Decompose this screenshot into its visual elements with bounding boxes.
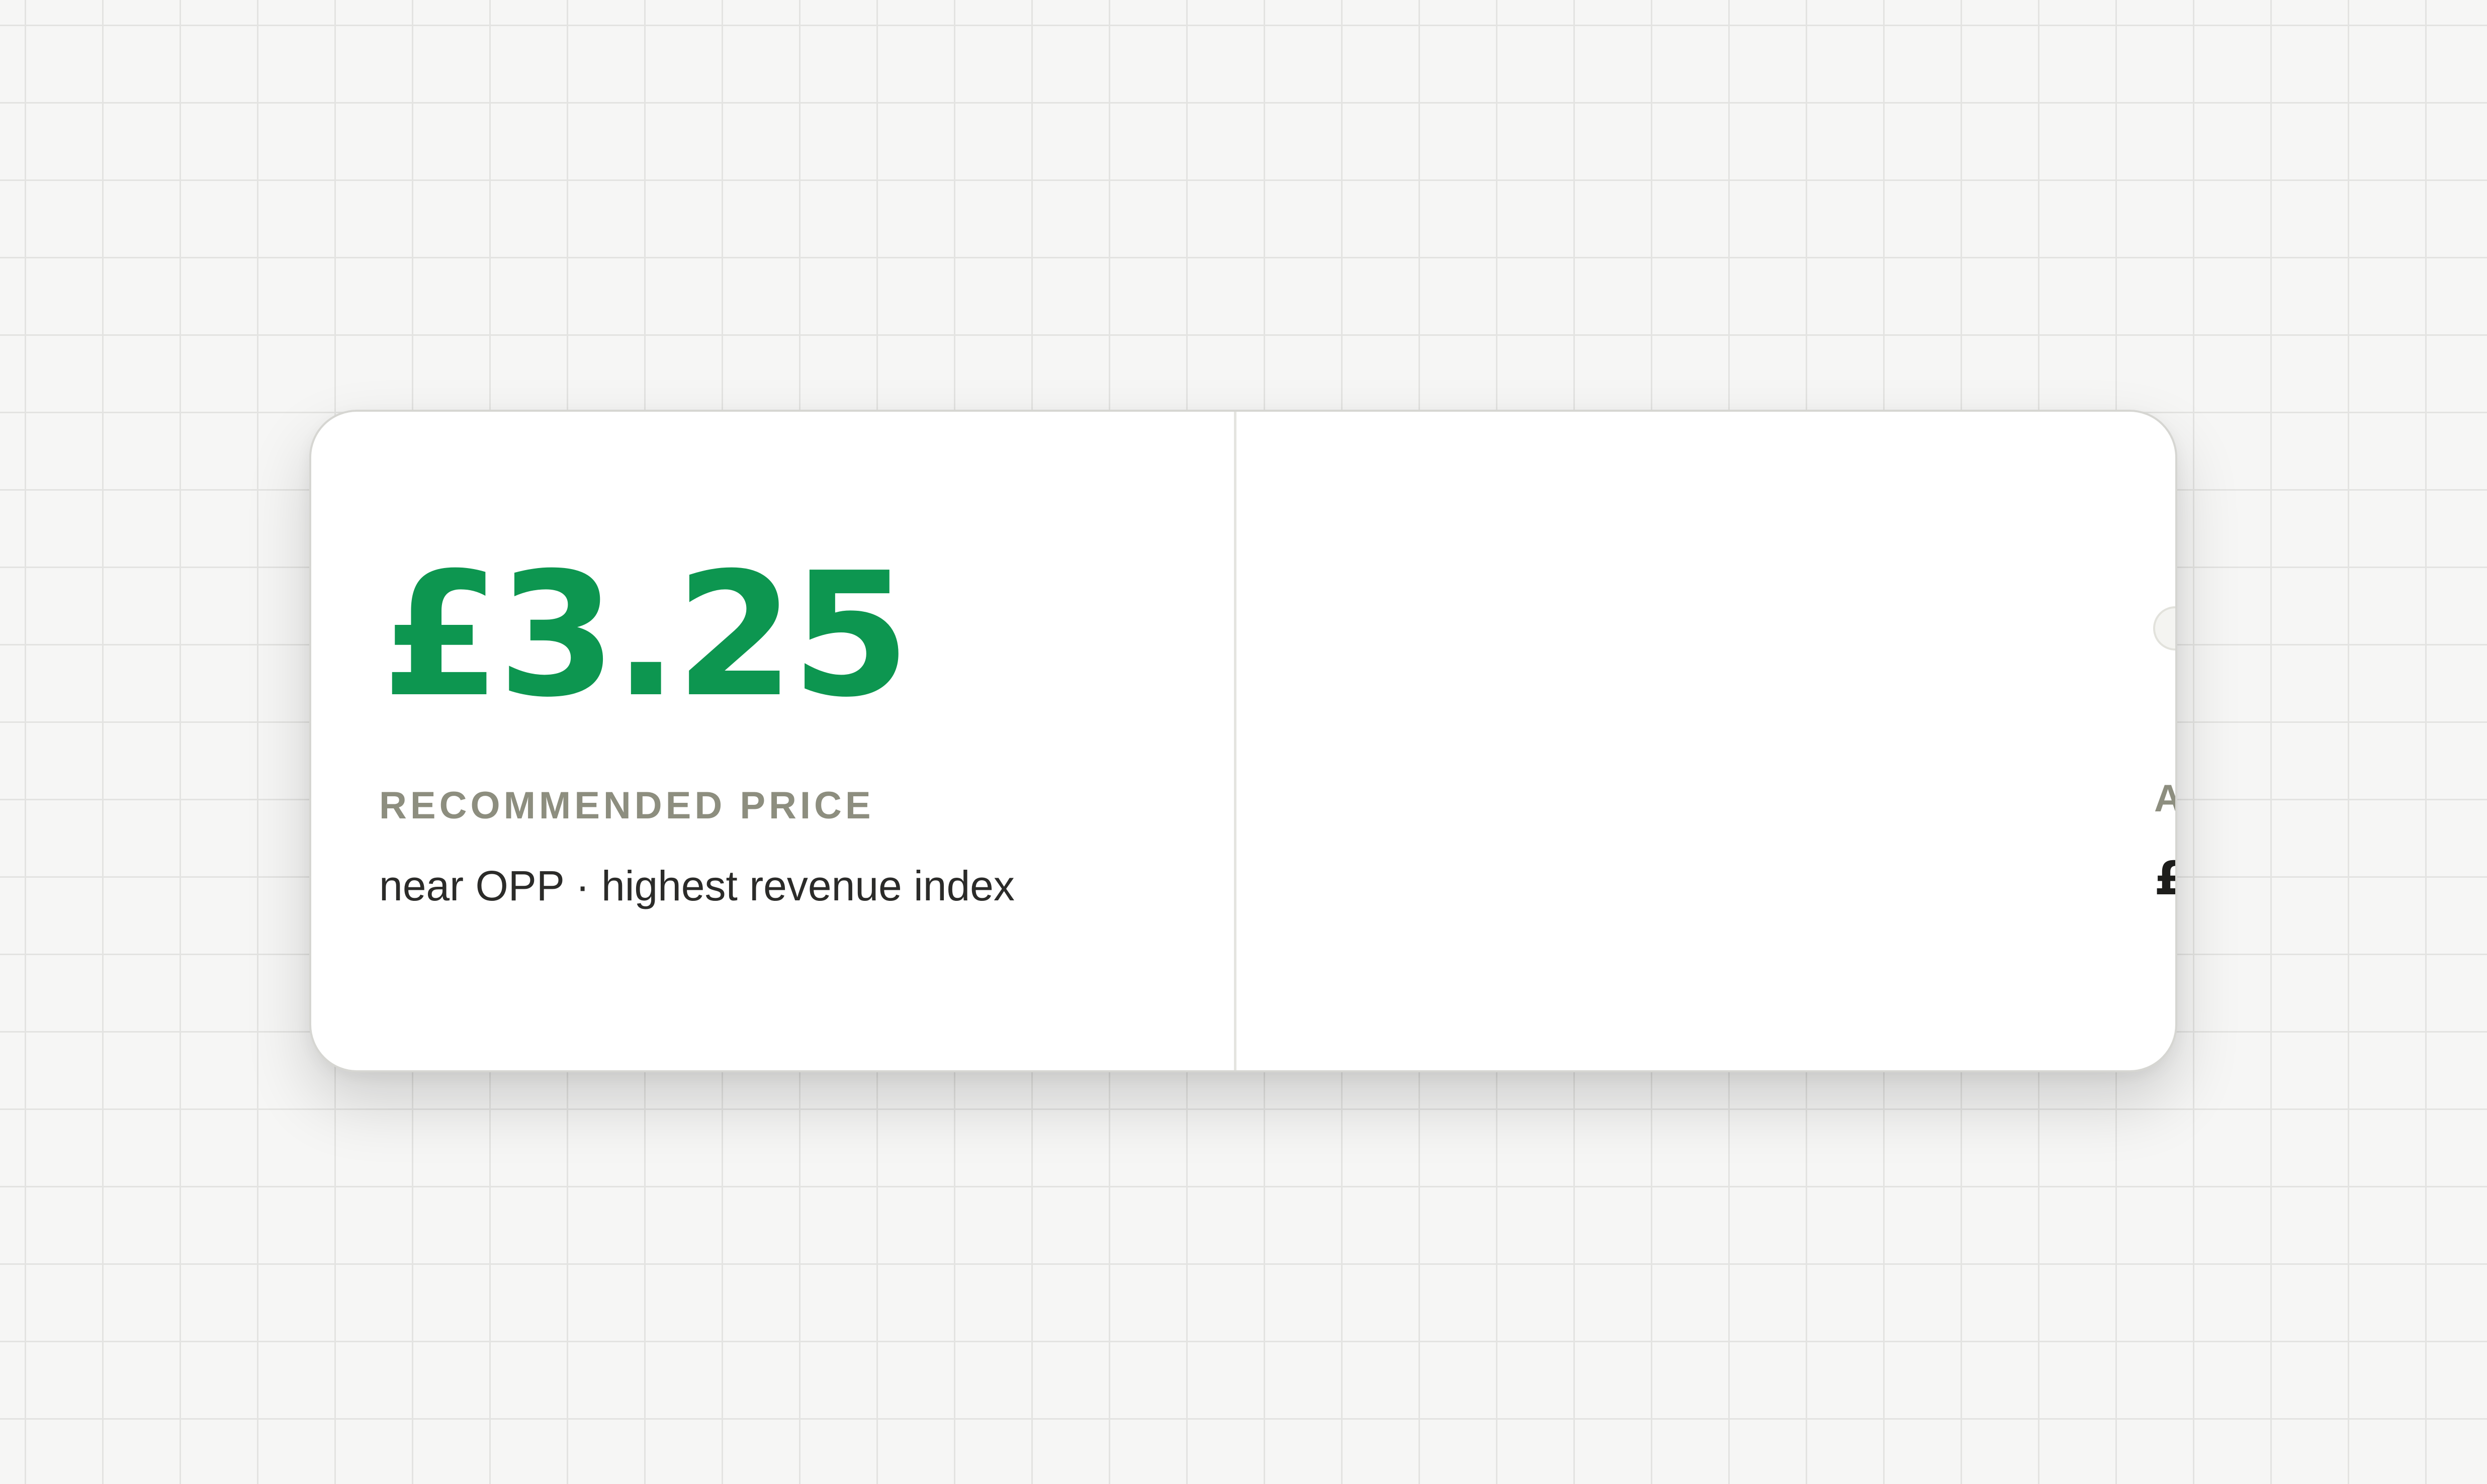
- recommended-price-value: £3.25: [382, 536, 910, 735]
- recommended-price-note: near OPP · highest revenue index: [379, 862, 1015, 909]
- recommended-price-panel: £3.25 RECOMMENDED PRICE near OPP · highe…: [311, 412, 1236, 1070]
- range-track: [2153, 606, 2175, 651]
- price-recommendation-card: £3.25 RECOMMENDED PRICE near OPP · highe…: [309, 410, 2177, 1072]
- recommended-price-label: RECOMMENDED PRICE: [379, 784, 874, 827]
- price-range-bar: OPP £3.20IDP £3.50: [2153, 606, 2175, 651]
- acceptable-range-label: ACCEPTABLE RANGE: [2154, 777, 2175, 820]
- acceptable-range-panel: OPP £3.20IDP £3.50 ACCEPTABLE RANGE £2.4…: [1236, 412, 2175, 1070]
- acceptable-range-value: £2.40 – £4.20: [2154, 852, 2175, 905]
